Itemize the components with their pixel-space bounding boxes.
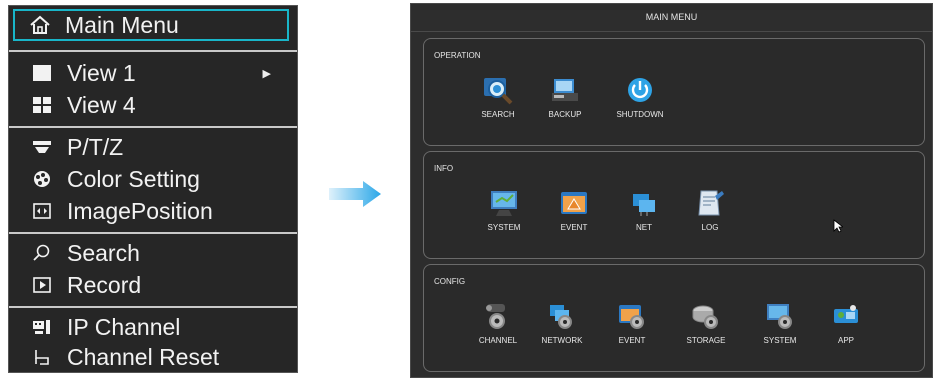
submenu-arrow-icon: ▶ [262, 67, 271, 80]
menu-item-view-4[interactable]: View 4 [15, 90, 136, 120]
color-palette-icon [29, 168, 55, 190]
tile-storage[interactable]: STORAGE [676, 301, 736, 345]
tile-shutdown[interactable]: SHUTDOWN [610, 75, 670, 119]
system-gear-icon [767, 304, 792, 329]
menu-item-label: P/T/Z [67, 133, 124, 160]
tile-net[interactable]: NET [614, 188, 674, 232]
tile-channel[interactable]: CHANNEL [468, 301, 528, 345]
config-panel: CONFIG CHANNEL NETWORK EVENT STORAGE SYS… [423, 264, 925, 372]
backup-icon [552, 79, 578, 101]
log-icon [698, 190, 724, 216]
menu-item-label: IP Channel [67, 313, 181, 340]
tile-backup[interactable]: BACKUP [535, 75, 595, 119]
tile-label: BACKUP [548, 110, 582, 119]
menu-item-image-position[interactable]: ImagePosition [15, 196, 213, 226]
warning-icon [561, 192, 587, 214]
monitor-icon [491, 191, 517, 216]
tile-event[interactable]: EVENT [544, 188, 604, 232]
tile-label: STORAGE [686, 336, 726, 345]
menu-item-label: Search [67, 239, 140, 266]
channel-reset-icon [29, 346, 55, 368]
tile-label: SEARCH [481, 110, 515, 119]
record-icon [29, 274, 55, 296]
app-icon [834, 305, 858, 323]
menu-item-label: View 1 [67, 59, 136, 86]
menu-item-label: Channel Reset [67, 343, 220, 370]
camera-gear-icon [486, 304, 505, 329]
separator [9, 50, 297, 52]
menu-item-label: Record [67, 271, 142, 298]
power-icon [628, 78, 652, 102]
tile-system-config[interactable]: SYSTEM [750, 301, 810, 345]
tile-label: EVENT [618, 336, 646, 345]
network-icon [633, 194, 655, 216]
panel-title: INFO [434, 164, 454, 173]
menu-item-record[interactable]: Record [15, 270, 141, 300]
image-position-icon [29, 200, 55, 222]
menu-item-search[interactable]: Search [15, 238, 140, 268]
event-gear-icon [619, 305, 644, 329]
window-title: MAIN MENU [411, 4, 932, 32]
ptz-icon [29, 136, 55, 158]
tile-label: SYSTEM [763, 336, 797, 345]
menu-item-main-menu[interactable]: Main Menu [13, 9, 289, 41]
single-view-icon [29, 62, 55, 84]
tile-label: EVENT [560, 223, 588, 232]
home-icon [27, 14, 53, 36]
tile-label: SYSTEM [487, 223, 521, 232]
tile-label: APP [837, 336, 854, 345]
separator [9, 232, 297, 234]
menu-item-ip-channel[interactable]: IP Channel [15, 312, 180, 342]
panel-title: CONFIG [434, 277, 466, 286]
menu-item-view-1[interactable]: View 1 ▶ [15, 58, 291, 88]
network-gear-icon [550, 305, 572, 329]
tile-log[interactable]: LOG [680, 188, 740, 232]
tile-label: NET [636, 223, 652, 232]
info-panel: INFO SYSTEM EVENT NET LOG [423, 151, 925, 259]
tile-event-config[interactable]: EVENT [602, 301, 662, 345]
search-icon [484, 78, 513, 105]
arrow-right-icon [329, 181, 381, 207]
tile-label: CHANNEL [478, 336, 518, 345]
menu-item-label: Main Menu [65, 11, 179, 38]
menu-item-ptz[interactable]: P/T/Z [15, 132, 123, 162]
operation-panel: OPERATION SEARCH BACKUP SHUTDOWN [423, 38, 925, 146]
separator [9, 306, 297, 308]
menu-item-label: View 4 [67, 91, 136, 118]
storage-gear-icon [692, 305, 718, 329]
main-menu-window: MAIN MENU OPERATION SEARCH BACKUP SHUTDO… [410, 3, 933, 378]
tile-network[interactable]: NETWORK [532, 301, 592, 345]
tile-system[interactable]: SYSTEM [474, 188, 534, 232]
tile-label: SHUTDOWN [616, 110, 664, 119]
tile-app[interactable]: APP [816, 301, 876, 345]
menu-item-channel-reset[interactable]: Channel Reset [15, 342, 219, 372]
tile-search[interactable]: SEARCH [468, 75, 528, 119]
mouse-cursor-icon [833, 219, 843, 233]
menu-item-label: ImagePosition [67, 197, 213, 224]
quad-view-icon [29, 94, 55, 116]
tile-label: LOG [701, 223, 719, 232]
panel-title: OPERATION [434, 51, 481, 60]
separator [9, 126, 297, 128]
tile-label: NETWORK [541, 336, 583, 345]
context-menu: Main Menu View 1 ▶ View 4 P/T/Z Color Se… [8, 5, 298, 373]
menu-item-label: Color Setting [67, 165, 200, 192]
ip-channel-icon [29, 316, 55, 338]
menu-item-color-setting[interactable]: Color Setting [15, 164, 200, 194]
search-icon [29, 242, 55, 264]
